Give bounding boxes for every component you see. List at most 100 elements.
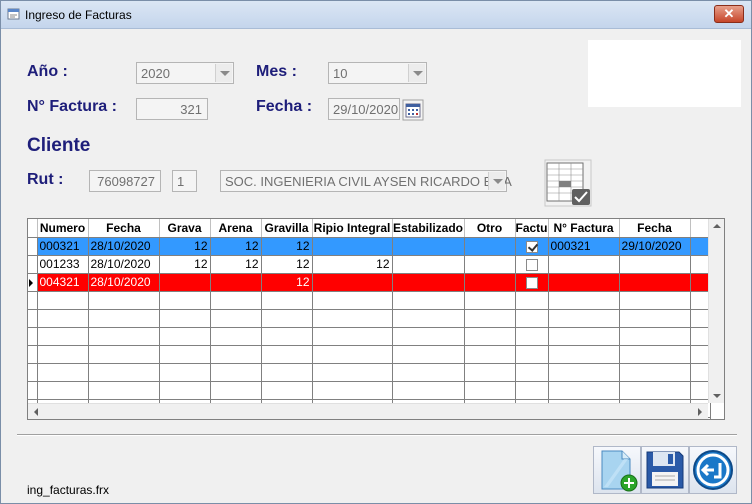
empty-cell[interactable] (464, 381, 516, 400)
empty-cell[interactable] (37, 309, 89, 328)
cell-numero[interactable]: 000321 (37, 237, 89, 256)
cell-gravilla[interactable]: 12 (261, 237, 313, 256)
col-header[interactable]: Ripio Integral (312, 219, 393, 238)
empty-cell[interactable] (515, 291, 549, 310)
empty-cell[interactable] (159, 291, 211, 310)
empty-cell[interactable] (261, 345, 313, 364)
empty-cell[interactable] (28, 309, 38, 328)
empty-cell[interactable] (28, 363, 38, 382)
empty-cell[interactable] (261, 381, 313, 400)
facturas-grid[interactable]: Numero Fecha Grava Arena Gravilla Ripio … (27, 218, 725, 420)
empty-cell[interactable] (261, 291, 313, 310)
cell-arena[interactable]: 12 (210, 237, 262, 256)
empty-cell[interactable] (515, 327, 549, 346)
cell-grava[interactable] (159, 273, 211, 292)
new-button[interactable] (593, 446, 641, 494)
empty-cell[interactable] (312, 327, 393, 346)
cell-factu[interactable] (515, 237, 549, 256)
empty-cell[interactable] (619, 345, 691, 364)
empty-cell[interactable] (515, 381, 549, 400)
empty-cell[interactable] (619, 309, 691, 328)
cell-gravilla[interactable]: 12 (261, 273, 313, 292)
table-row[interactable]: 000321 28/10/2020 12 12 12 000321 29/10/2020 (28, 237, 711, 256)
empty-cell[interactable] (312, 381, 393, 400)
empty-cell[interactable] (210, 327, 262, 346)
cell-estab[interactable] (392, 255, 465, 274)
factura-field[interactable]: 321 (136, 98, 208, 120)
calendar-icon[interactable] (402, 99, 424, 121)
empty-cell[interactable] (392, 363, 465, 382)
table-row[interactable]: 004321 28/10/2020 12 (28, 273, 711, 292)
chevron-down-icon[interactable] (408, 64, 425, 82)
empty-cell[interactable] (619, 327, 691, 346)
empty-cell[interactable] (548, 363, 620, 382)
empty-cell[interactable] (392, 291, 465, 310)
row-indicator[interactable] (28, 237, 38, 256)
empty-cell[interactable] (312, 345, 393, 364)
empty-cell[interactable] (312, 363, 393, 382)
col-header[interactable]: Gravilla (261, 219, 313, 238)
cell-ripio[interactable]: 12 (312, 255, 393, 274)
empty-cell[interactable] (619, 291, 691, 310)
col-header[interactable]: Estabilizado (392, 219, 465, 238)
empty-cell[interactable] (28, 327, 38, 346)
empty-cell[interactable] (210, 291, 262, 310)
empty-cell[interactable] (515, 363, 549, 382)
empty-cell[interactable] (88, 345, 160, 364)
empty-cell[interactable] (515, 309, 549, 328)
empty-cell[interactable] (210, 363, 262, 382)
mes-select[interactable]: 10 (328, 62, 427, 84)
empty-cell[interactable] (392, 345, 465, 364)
row-indicator[interactable] (28, 255, 38, 274)
cell-estab[interactable] (392, 237, 465, 256)
empty-row[interactable] (28, 327, 711, 346)
cell-otro[interactable] (464, 255, 516, 274)
empty-cell[interactable] (261, 309, 313, 328)
empty-cell[interactable] (210, 381, 262, 400)
rut-dv-field[interactable]: 1 (172, 170, 197, 192)
ano-select[interactable]: 2020 (136, 62, 234, 84)
empty-cell[interactable] (548, 345, 620, 364)
cell-fecha2[interactable] (619, 273, 691, 292)
empty-cell[interactable] (464, 309, 516, 328)
empty-cell[interactable] (392, 381, 465, 400)
empty-cell[interactable] (548, 381, 620, 400)
empty-cell[interactable] (312, 309, 393, 328)
scroll-up-icon[interactable] (709, 219, 724, 235)
empty-cell[interactable] (37, 381, 89, 400)
empty-cell[interactable] (464, 291, 516, 310)
empty-cell[interactable] (88, 381, 160, 400)
cell-fecha2[interactable] (619, 255, 691, 274)
empty-cell[interactable] (37, 345, 89, 364)
factu-checkbox[interactable] (525, 258, 538, 271)
col-header[interactable]: Factu (515, 219, 549, 238)
empty-cell[interactable] (37, 363, 89, 382)
empty-cell[interactable] (619, 363, 691, 382)
empty-cell[interactable] (28, 345, 38, 364)
scroll-right-icon[interactable] (692, 404, 708, 419)
cell-grava[interactable]: 12 (159, 237, 211, 256)
empty-cell[interactable] (464, 345, 516, 364)
fecha-field[interactable]: 29/10/2020 (328, 98, 400, 120)
col-header[interactable]: Numero (37, 219, 89, 238)
chevron-down-icon[interactable] (215, 64, 232, 82)
cell-numero[interactable]: 004321 (37, 273, 89, 292)
col-header[interactable]: Arena (210, 219, 262, 238)
calendar-check-icon[interactable] (544, 159, 592, 207)
horizontal-scrollbar[interactable] (28, 403, 708, 419)
cell-nfactura[interactable] (548, 255, 620, 274)
empty-cell[interactable] (392, 309, 465, 328)
cell-estab[interactable] (392, 273, 465, 292)
cell-fecha[interactable]: 28/10/2020 (88, 237, 160, 256)
empty-cell[interactable] (88, 309, 160, 328)
col-header[interactable]: Grava (159, 219, 211, 238)
factu-checkbox[interactable] (525, 276, 538, 289)
cell-numero[interactable]: 001233 (37, 255, 89, 274)
scroll-down-icon[interactable] (709, 387, 724, 403)
empty-cell[interactable] (159, 327, 211, 346)
cell-nfactura[interactable] (548, 273, 620, 292)
empty-cell[interactable] (159, 363, 211, 382)
empty-cell[interactable] (88, 363, 160, 382)
cell-arena[interactable]: 12 (210, 255, 262, 274)
cell-arena[interactable] (210, 273, 262, 292)
